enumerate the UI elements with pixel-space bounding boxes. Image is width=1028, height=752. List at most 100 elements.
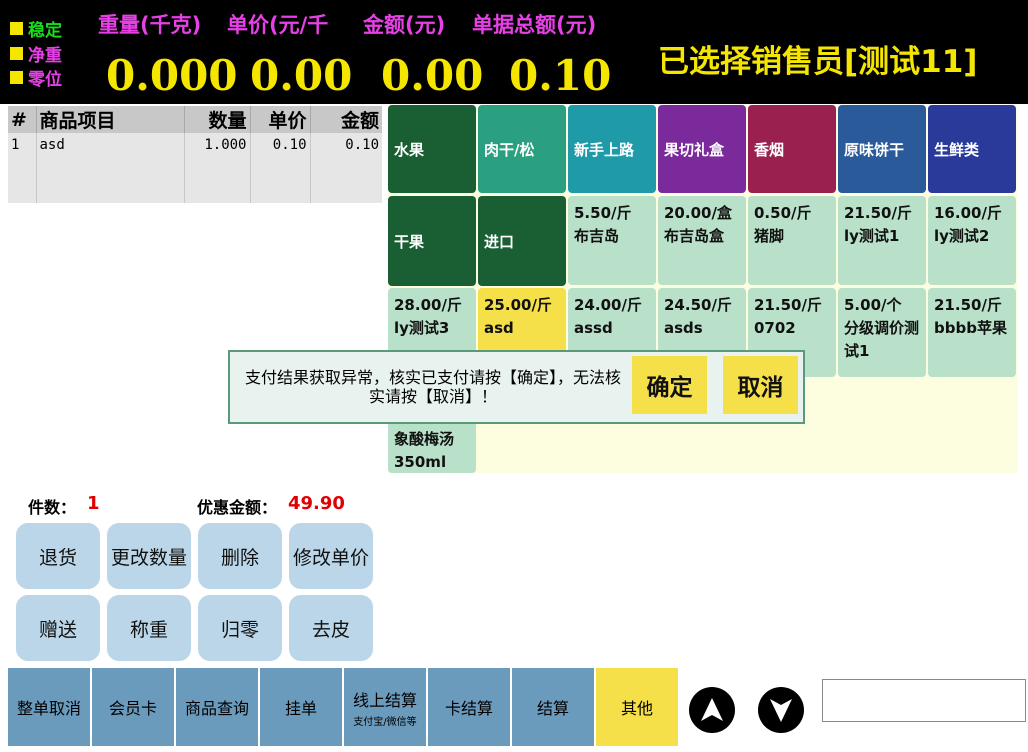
table-row[interactable]: 1 asd 1.000 0.10 0.10 [8, 133, 382, 203]
stable-label: 稳定 [28, 21, 62, 41]
confirm-button[interactable]: 确定 [632, 356, 707, 414]
category-tile[interactable]: 果切礼盒 [658, 105, 746, 193]
category-tile[interactable]: 干果 [388, 196, 476, 286]
gift-button[interactable]: 赠送 [16, 595, 100, 661]
product-price: 16.00/斤 [934, 204, 1002, 222]
category-tile[interactable]: 生鲜类 [928, 105, 1016, 193]
pos-screen: 稳定 净重 零位 重量(千克) 单价(元/千 金额(元) 单据总额(元) 0.0… [0, 0, 1028, 752]
amount-label: 金额(元) [363, 13, 446, 37]
member-card-button[interactable]: 会员卡 [92, 668, 174, 746]
product-name: asds [664, 319, 703, 337]
row-item-name: asd [36, 133, 185, 203]
product-name: assd [574, 319, 613, 337]
arrow-down-icon [770, 699, 792, 722]
edit-price-button[interactable]: 修改单价 [289, 523, 373, 589]
product-name: asd [484, 319, 514, 337]
product-price: 21.50/斤 [754, 296, 822, 314]
cancel-order-button[interactable]: 整单取消 [8, 668, 90, 746]
product-price: 24.00/斤 [574, 296, 642, 314]
top-status-bar: 稳定 净重 零位 重量(千克) 单价(元/千 金额(元) 单据总额(元) 0.0… [0, 0, 1028, 104]
weight-value: 0.000 [106, 51, 238, 100]
arrow-up-icon [701, 698, 723, 721]
product-price: 21.50/斤 [844, 204, 912, 222]
weight-label: 重量(千克) [98, 13, 202, 37]
salesperson-label[interactable]: 已选择销售员[测试11] [658, 36, 977, 81]
col-qty-header: 数量 [184, 106, 251, 133]
product-price: 21.50/斤 [934, 296, 1002, 314]
category-tile[interactable]: 肉干/松 [478, 105, 566, 193]
other-label: 其他 [620, 699, 653, 718]
return-button[interactable]: 退货 [16, 523, 100, 589]
category-tile[interactable]: 原味饼干 [838, 105, 926, 193]
stable-indicator: 稳定 [10, 16, 62, 41]
product-name: 0702 [754, 319, 796, 337]
product-query-button[interactable]: 商品查询 [176, 668, 258, 746]
net-indicator: 净重 [10, 41, 62, 66]
total-label: 单据总额(元) [472, 13, 597, 37]
card-pay-button[interactable]: 卡结算 [428, 668, 510, 746]
unit-price-label: 单价(元/千 [227, 13, 329, 37]
product-tile[interactable]: 21.50/斤 bbbb苹果 [928, 288, 1016, 377]
dialog-message: 支付结果获取异常，核实已支付请按【确定】，无法核实请按【取消】！ [244, 368, 621, 406]
online-pay-label: 线上结算 [352, 690, 417, 710]
product-price: 0.50/斤 [754, 204, 812, 222]
checkout-label: 结算 [536, 699, 569, 718]
scroll-up-button[interactable] [689, 687, 735, 733]
payment-error-dialog: 支付结果获取异常，核实已支付请按【确定】，无法核实请按【取消】！ 确定 取消 [228, 350, 805, 424]
net-label: 净重 [28, 46, 62, 66]
product-name: ly测试3 [394, 319, 450, 337]
checkout-button[interactable]: 结算 [512, 668, 594, 746]
row-qty: 1.000 [184, 133, 251, 203]
product-price: 28.00/斤 [394, 296, 462, 314]
product-tile[interactable]: 5.50/斤 布吉岛 [568, 196, 656, 285]
product-name: 布吉岛盒 [664, 227, 725, 245]
product-tile[interactable]: 21.50/斤 ly测试1 [838, 196, 926, 285]
count-value: 1 [87, 493, 100, 514]
unit-price-value: 0.00 [250, 51, 353, 100]
barcode-input[interactable] [822, 679, 1026, 722]
row-index: 1 [8, 133, 37, 203]
cancel-order-label: 整单取消 [16, 699, 81, 718]
hang-order-label: 挂单 [284, 699, 317, 718]
cancel-button[interactable]: 取消 [723, 356, 798, 414]
zero-indicator: 零位 [10, 65, 62, 90]
category-tile[interactable]: 水果 [388, 105, 476, 193]
tare-button[interactable]: 去皮 [289, 595, 373, 661]
product-price: 24.50/斤 [664, 296, 732, 314]
weigh-button[interactable]: 称重 [107, 595, 191, 661]
online-pay-button[interactable]: 线上结算 支付宝/微信等 [344, 668, 426, 746]
order-table-header: # 商品项目 数量 单价 金额 [8, 106, 382, 133]
card-pay-label: 卡结算 [444, 699, 493, 718]
product-price: 20.00/盒 [664, 204, 732, 222]
hang-order-button[interactable]: 挂单 [260, 668, 342, 746]
amount-value: 0.00 [381, 51, 484, 100]
scroll-down-button[interactable] [758, 687, 804, 733]
zero-label: 零位 [28, 70, 62, 90]
other-button[interactable]: 其他 [596, 668, 678, 746]
delete-button[interactable]: 删除 [198, 523, 282, 589]
member-card-label: 会员卡 [108, 699, 157, 718]
row-price: 0.10 [250, 133, 311, 203]
category-tile[interactable]: 进口 [478, 196, 566, 286]
category-tile[interactable]: 香烟 [748, 105, 836, 193]
stable-square-icon [10, 22, 23, 35]
zero-button[interactable]: 归零 [198, 595, 282, 661]
change-qty-button[interactable]: 更改数量 [107, 523, 191, 589]
product-price: 5.00/个 [844, 296, 902, 314]
category-tile[interactable]: 新手上路 [568, 105, 656, 193]
product-name: ly测试2 [934, 227, 990, 245]
product-tile[interactable]: 16.00/斤 ly测试2 [928, 196, 1016, 285]
order-table: # 商品项目 数量 单价 金额 1 asd 1.000 0.10 0.10 [8, 106, 382, 203]
product-price: 25.00/斤 [484, 296, 552, 314]
product-query-label: 商品查询 [184, 699, 249, 718]
discount-value: 49.90 [288, 493, 345, 514]
product-name: 象酸梅汤350ml [394, 430, 455, 471]
product-name: bbbb苹果 [934, 319, 1007, 337]
product-tile[interactable]: 0.50/斤 猪脚 [748, 196, 836, 285]
product-tile[interactable]: 20.00/盒 布吉岛盒 [658, 196, 746, 285]
discount-label: 优惠金额： [197, 498, 278, 517]
product-name: ly测试1 [844, 227, 900, 245]
net-square-icon [10, 47, 23, 60]
product-name: 猪脚 [754, 227, 785, 245]
product-tile[interactable]: 5.00/个 分级调价测试1 [838, 288, 926, 377]
